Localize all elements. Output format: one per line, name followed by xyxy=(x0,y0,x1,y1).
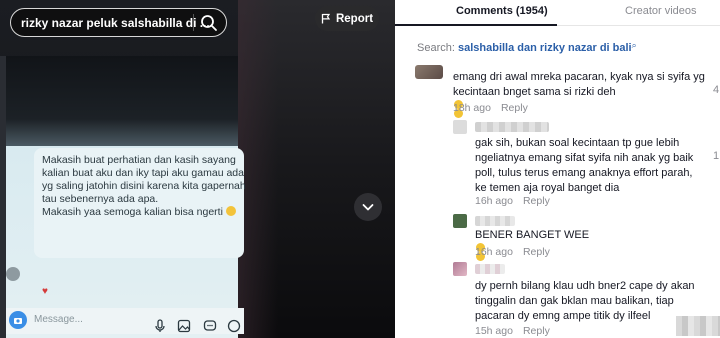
chat-line: kalian buat aku dan iky tapi aku gamau a… xyxy=(42,167,244,179)
smile-emoji-icon xyxy=(225,206,236,216)
chat-bubble-icon xyxy=(202,318,218,334)
flag-icon xyxy=(321,13,331,24)
comment-line: pacaran dy emng ampe titik dy ilfeel xyxy=(475,310,651,322)
video-frame-right xyxy=(238,0,395,338)
search-icon: ⌕ xyxy=(631,40,637,50)
redacted-block xyxy=(676,316,720,336)
gallery-icon xyxy=(176,318,192,334)
next-video-button[interactable] xyxy=(354,193,382,221)
panel-tabs: Comments (1954) Creator videos xyxy=(395,0,720,26)
like-count: 4 xyxy=(713,84,720,96)
report-label: Report xyxy=(335,12,374,25)
related-search-query[interactable]: salshabilla dan rizky nazar di bali xyxy=(458,42,632,54)
comment-line: ngeliatnya emang sifat syifa nih anak yg… xyxy=(475,152,694,164)
related-search[interactable]: Search: salshabilla dan rizky nazar di b… xyxy=(417,40,637,54)
microphone-icon xyxy=(152,318,168,334)
message-placeholder: Message... xyxy=(34,314,83,325)
report-button[interactable]: Report xyxy=(315,6,379,31)
phone-screenshot: Makasih buat perhatian dan kasih sayang … xyxy=(0,56,246,338)
search-icon[interactable] xyxy=(200,14,218,32)
tab-comments[interactable]: Comments (1954) xyxy=(456,5,548,17)
chat-message-text: Makasih buat perhatian dan kasih sayang … xyxy=(42,154,246,219)
comment-time: 15h ago xyxy=(475,325,513,337)
chat-message-bubble: Makasih buat perhatian dan kasih sayang … xyxy=(34,148,246,258)
comment-line: kecintaan bnget sama si rizki deh xyxy=(453,86,616,98)
comment-line: ke temen aja royal banget dia xyxy=(475,182,620,194)
chat-header-dark xyxy=(6,56,238,146)
comment-meta: 18h ago Reply xyxy=(453,102,528,114)
comment-line: BENER BANGET WEE xyxy=(475,229,590,241)
comment-text: gak sih, bukan soal kecintaan tp gue leb… xyxy=(475,136,693,196)
commenter-avatar[interactable] xyxy=(453,120,467,134)
chat-line: Makasih yaa semoga kalian bisa ngerti xyxy=(42,206,223,218)
comment-time: 18h ago xyxy=(453,102,491,114)
comment-line: tinggalin dan gak bklan mau balikan, tia… xyxy=(475,295,674,307)
like-count: 1 xyxy=(713,150,720,162)
comment-time: 16h ago xyxy=(475,195,513,207)
video-player[interactable]: Makasih buat perhatian dan kasih sayang … xyxy=(0,0,395,338)
search-bar[interactable]: rizky nazar peluk salshabilla di ... xyxy=(10,8,227,37)
commenter-avatar[interactable] xyxy=(453,214,467,228)
reply-button[interactable]: Reply xyxy=(523,195,550,207)
camera-button xyxy=(9,311,27,329)
chat-line: tau sebenernya ada apa. xyxy=(42,193,159,205)
related-search-prefix: Search: xyxy=(417,42,455,54)
comment-line: emang dri awal mreka pacaran, kyak nya s… xyxy=(453,71,705,83)
username-redacted xyxy=(475,264,505,274)
commenter-avatar[interactable] xyxy=(453,262,467,276)
comment-line: gak sih, bukan soal kecintaan tp gue leb… xyxy=(475,137,680,149)
username-redacted xyxy=(475,122,549,132)
search-divider xyxy=(193,14,194,31)
search-query-text[interactable]: rizky nazar peluk salshabilla di ... xyxy=(21,16,210,30)
reply-button[interactable]: Reply xyxy=(501,102,528,114)
comment-time: 16h ago xyxy=(475,246,513,258)
commenter-avatar[interactable] xyxy=(415,65,443,79)
comment-line: dy pernh bilang klau udh bner2 cape dy a… xyxy=(475,280,695,292)
chat-line: yg saling jatohin disini karena kita gap… xyxy=(42,180,246,192)
comment-meta: 16h ago Reply xyxy=(475,195,550,207)
sticker-icon xyxy=(226,318,242,334)
comment-meta: 16h ago Reply xyxy=(475,246,550,258)
sender-avatar xyxy=(6,267,20,281)
heart-reaction-icon: ♥ xyxy=(42,286,48,297)
reply-button[interactable]: Reply xyxy=(523,246,550,258)
active-tab-indicator xyxy=(395,24,557,26)
comment-text: dy pernh bilang klau udh bner2 cape dy a… xyxy=(475,279,695,324)
comment-line: poll, tulus terus emang anaknya effort p… xyxy=(475,167,693,179)
reply-button[interactable]: Reply xyxy=(523,325,550,337)
comments-panel: Comments (1954) Creator videos Search: s… xyxy=(395,0,720,338)
tab-creator-videos[interactable]: Creator videos xyxy=(625,5,697,17)
comment-meta: 15h ago Reply xyxy=(475,325,550,337)
camera-icon xyxy=(14,318,22,324)
username-redacted xyxy=(475,216,515,226)
chat-screen: Makasih buat perhatian dan kasih sayang … xyxy=(6,56,246,338)
chevron-down-icon xyxy=(362,204,374,211)
chat-line: Makasih buat perhatian dan kasih sayang xyxy=(42,154,236,166)
